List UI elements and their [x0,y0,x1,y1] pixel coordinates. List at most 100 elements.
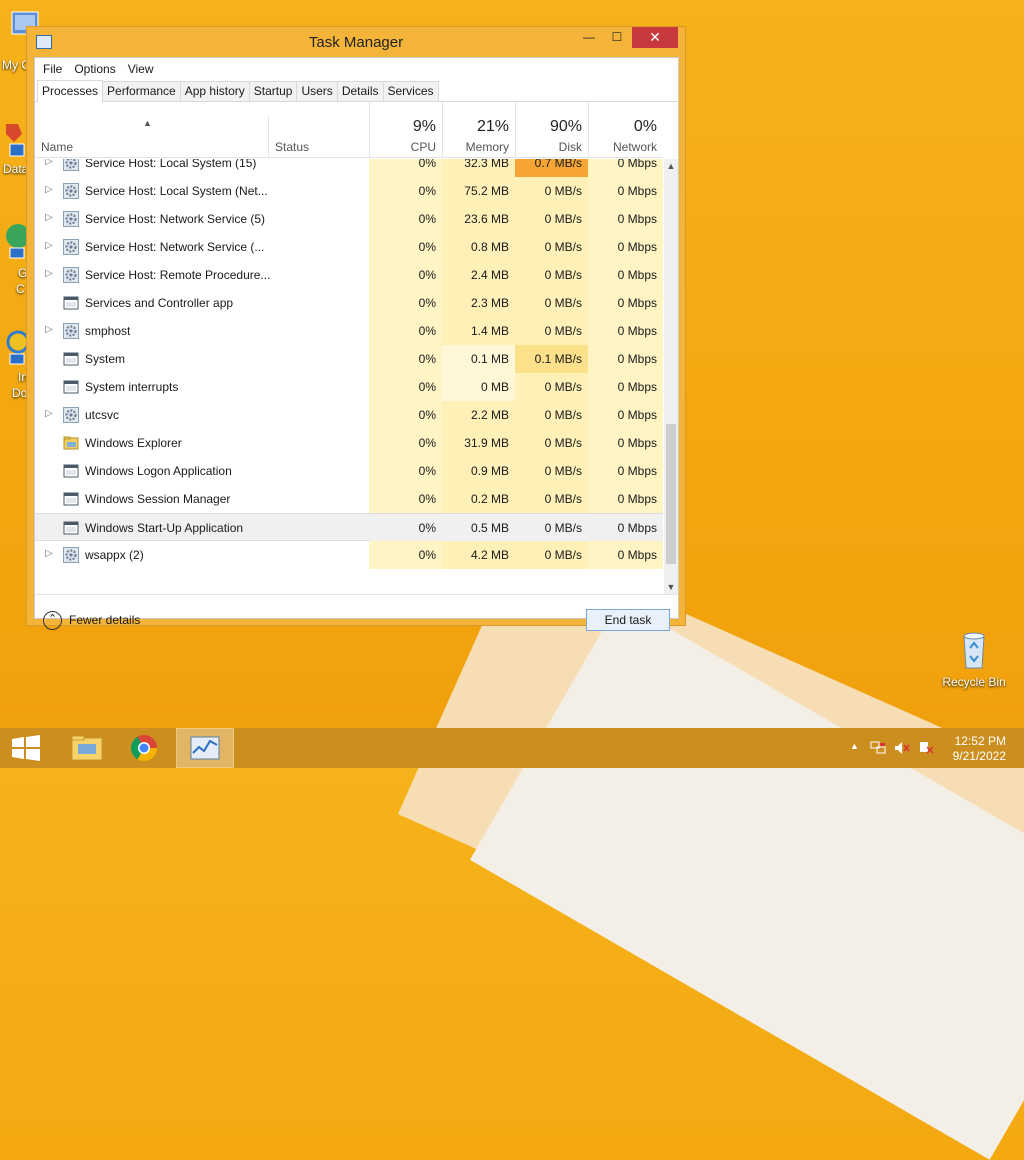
tab-app-history[interactable]: App history [179,81,250,101]
column-memory[interactable]: 21% Memory [442,102,515,158]
gear-icon [63,239,79,255]
taskbar: ▲ 12:52 PM 9/21/2022 [0,728,1024,768]
tab-processes[interactable]: Processes [37,80,104,102]
cell-disk: 0 MB/s [515,177,588,205]
cell-disk: 0 MB/s [515,233,588,261]
show-hidden-icons-icon[interactable]: ▲ [850,741,866,755]
tab-details[interactable]: Details [336,81,384,101]
scroll-up-icon[interactable]: ▲ [664,161,678,171]
expand-chevron-icon[interactable]: ▷ [45,268,53,279]
expand-chevron-icon[interactable]: ▷ [45,159,53,167]
volume-muted-icon[interactable] [894,741,910,755]
action-center-icon[interactable] [918,741,934,755]
cell-disk: 0 MB/s [515,485,588,513]
scrollbar-thumb[interactable] [666,424,676,564]
cell-cpu: 0% [369,485,442,513]
chevron-up-icon[interactable]: ⌃ [43,611,62,630]
column-cpu[interactable]: 9% CPU [369,102,442,158]
cell-cpu: 0% [369,401,442,429]
process-row[interactable]: System interrupts 0% 0 MB 0 MB/s 0 Mbps [35,373,663,401]
gear-icon [63,211,79,227]
fewer-details-link[interactable]: Fewer details [69,613,140,627]
cell-cpu: 0% [369,289,442,317]
close-button[interactable]: ✕ [632,27,678,48]
cell-net: 0 Mbps [588,429,663,457]
cell-net: 0 Mbps [588,457,663,485]
window-client: File Options View Processes Performance … [34,57,679,631]
expand-chevron-icon[interactable]: ▷ [45,212,53,223]
cell-net: 0 Mbps [588,514,663,542]
process-row[interactable]: Windows Start-Up Application 0% 0.5 MB 0 MB… [35,513,663,542]
taskbar-file-explorer[interactable] [58,728,116,768]
cell-mem: 32.3 MB [442,159,515,177]
process-row[interactable]: ▷ smphost 0% 1.4 MB 0 MB/s 0 Mbps [35,317,663,345]
process-row[interactable]: ▷ utcsvc 0% 2.2 MB 0 MB/s 0 Mbps [35,401,663,429]
process-row[interactable]: ▷ Service Host: Remote Procedure... 0% 2.4 … [35,261,663,289]
cell-mem: 23.6 MB [442,205,515,233]
tab-performance[interactable]: Performance [102,81,181,101]
expand-chevron-icon[interactable]: ▷ [45,408,53,419]
tab-users[interactable]: Users [296,81,338,101]
column-status[interactable]: Status [275,140,309,154]
cell-cpu: 0% [369,159,442,177]
column-name[interactable]: Name [41,140,73,154]
disk-label: Disk [558,140,582,154]
minimize-button[interactable]: — [575,27,603,48]
process-row[interactable]: Windows Session Manager 0% 0.2 MB 0 MB/s 0 M… [35,485,663,513]
taskbar-task-manager[interactable] [176,728,234,768]
cell-net: 0 Mbps [588,317,663,345]
process-row[interactable]: ▷ Service Host: Local System (Net... 0% 75.… [35,177,663,205]
desktop-icon-recycle-bin[interactable]: Recycle Bin [936,630,1012,689]
tab-startup[interactable]: Startup [248,81,298,101]
menu-file[interactable]: File [37,62,68,76]
network-icon[interactable] [870,741,886,755]
expand-chevron-icon[interactable]: ▷ [45,240,53,251]
disk-percent: 90% [549,118,582,135]
cell-cpu: 0% [369,205,442,233]
process-name: wsappx (2) [85,548,144,562]
menu-options[interactable]: Options [68,62,121,76]
sort-caret-icon: ▲ [143,118,152,128]
vertical-scrollbar[interactable]: ▲ ▼ [664,159,678,594]
gear-icon [63,547,79,563]
cell-mem: 75.2 MB [442,177,515,205]
start-button[interactable] [0,728,58,768]
cell-mem: 2.3 MB [442,289,515,317]
column-divider [268,116,269,158]
expand-chevron-icon[interactable]: ▷ [45,324,53,335]
maximize-button[interactable]: ☐ [603,27,631,48]
cell-cpu: 0% [369,429,442,457]
cell-mem: 0.1 MB [442,345,515,373]
title-bar[interactable]: Task Manager — ☐ ✕ [27,27,685,57]
menu-view[interactable]: View [122,62,160,76]
process-row[interactable]: System 0% 0.1 MB 0.1 MB/s 0 Mbps [35,345,663,373]
tab-services[interactable]: Services [382,81,439,101]
process-row[interactable]: ▷ wsappx (2) 0% 4.2 MB 0 MB/s 0 Mbps [35,541,663,569]
end-task-button[interactable]: End task [586,609,670,631]
process-row[interactable]: ▷ Service Host: Network Service (... 0% 0.8… [35,233,663,261]
column-disk[interactable]: 90% Disk [515,102,588,158]
cell-disk: 0 MB/s [515,514,588,542]
scroll-down-icon[interactable]: ▼ [664,582,678,592]
process-row[interactable]: Windows Logon Application 0% 0.9 MB 0 MB/s 0… [35,457,663,485]
column-network[interactable]: 0% Network [588,102,663,158]
gear-icon [63,407,79,423]
task-manager-icon [190,736,220,760]
cell-net: 0 Mbps [588,345,663,373]
network-label: Network [612,140,657,154]
clock[interactable]: 12:52 PM 9/21/2022 [953,734,1006,764]
expand-chevron-icon[interactable]: ▷ [45,184,53,195]
cell-net: 0 Mbps [588,541,663,569]
process-row[interactable]: ▷ Service Host: Local System (15) 0% 32.3 M… [35,159,663,177]
expand-chevron-icon[interactable]: ▷ [45,548,53,559]
process-name: Service Host: Local System (Net... [85,184,268,198]
process-row[interactable]: ▷ Service Host: Network Service (5) 0% 23.6… [35,205,663,233]
process-row[interactable]: Windows Explorer 0% 31.9 MB 0 MB/s 0 Mbps [35,429,663,457]
cell-net: 0 Mbps [588,159,663,177]
cell-mem: 0.8 MB [442,233,515,261]
desktop-icon-label: Data [3,162,29,176]
process-name: System interrupts [85,380,179,394]
process-row[interactable]: Services and Controller app 0% 2.3 MB 0 MB/… [35,289,663,317]
taskbar-chrome[interactable] [116,728,174,768]
cell-disk: 0 MB/s [515,205,588,233]
